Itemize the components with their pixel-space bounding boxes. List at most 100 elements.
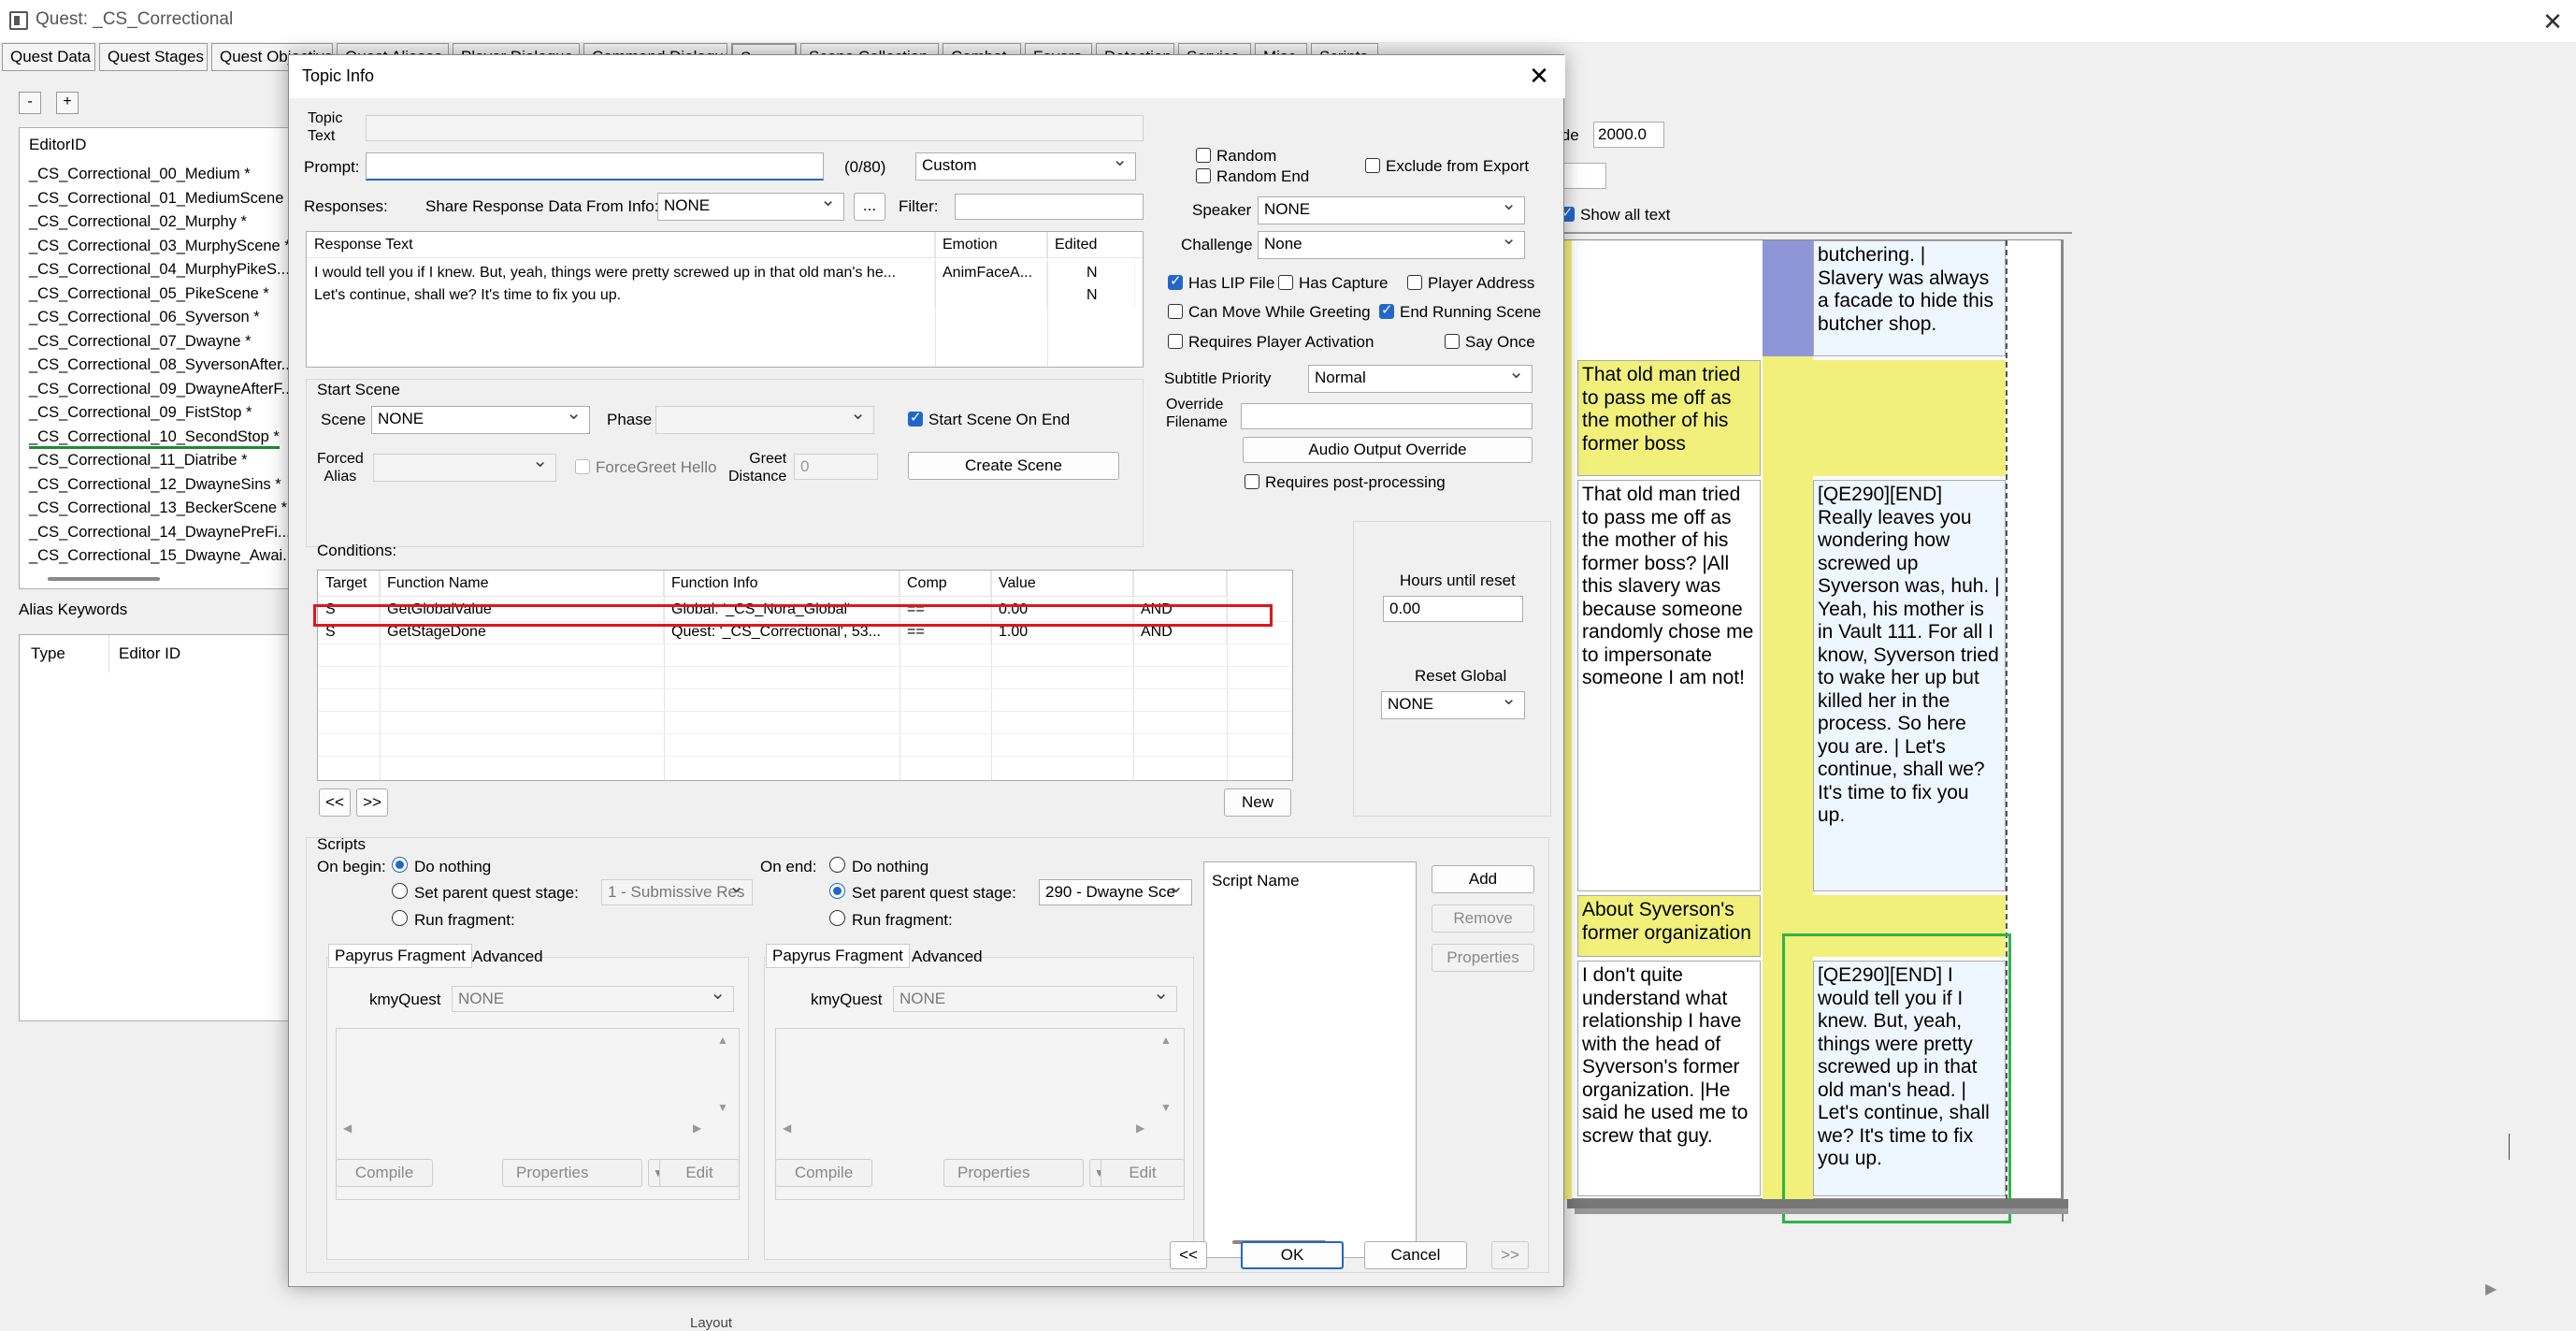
filter-input[interactable] (955, 194, 1144, 220)
prompt-cell[interactable]: That old man tried to pass me off as the… (1577, 480, 1761, 891)
bg-empty-field[interactable] (1560, 163, 1606, 189)
share-ellipsis-button[interactable]: ... (854, 193, 885, 221)
scroll-right-icon[interactable]: ▶ (1136, 1121, 1144, 1135)
prompt-input[interactable] (366, 152, 824, 181)
speaker-dropdown[interactable]: NONE (1258, 196, 1525, 224)
tab-quest-data[interactable]: Quest Data (2, 43, 95, 71)
list-item[interactable]: _CS_Correctional_14_DwaynePreFi... (29, 524, 289, 542)
responses-table[interactable]: Response Text Emotion Edited I would tel… (306, 231, 1144, 368)
table-row-cell[interactable]: I would tell you if I knew. But, yeah, t… (307, 262, 935, 284)
resp-col-emotion[interactable]: Emotion (935, 232, 1047, 258)
create-scene-button[interactable]: Create Scene (908, 452, 1119, 480)
list-item[interactable]: _CS_Correctional_09_FistStop * (29, 404, 252, 422)
dialog-next-button[interactable]: >> (1491, 1241, 1529, 1269)
begin-set-stage-radio[interactable] (392, 883, 408, 899)
list-item[interactable]: _CS_Correctional_02_Murphy * (29, 213, 247, 231)
reset-global-dropdown[interactable]: NONE (1381, 691, 1525, 719)
override-filename-input[interactable] (1241, 403, 1533, 429)
resp-col-edited[interactable]: Edited (1047, 232, 1143, 258)
table-row-cell[interactable]: N (1079, 284, 1135, 307)
hours-until-reset-input[interactable]: 0.00 (1383, 596, 1523, 622)
has-capture-checkbox[interactable] (1278, 275, 1293, 290)
list-item[interactable]: _CS_Correctional_15_Dwayne_Awai... (29, 547, 289, 565)
list-item[interactable]: _CS_Correctional_03_MurphyScene * (29, 238, 289, 255)
scroll-down-icon[interactable]: ▼ (717, 1101, 728, 1114)
script-list[interactable]: Script Name (1203, 861, 1417, 1258)
cond-col-andor[interactable] (1133, 571, 1227, 597)
cond-col-function-name[interactable]: Function Name (380, 571, 664, 597)
start-scene-on-end-checkbox[interactable] (908, 409, 923, 427)
say-once-checkbox[interactable] (1445, 334, 1460, 349)
begin-edit-button[interactable]: Edit (659, 1159, 740, 1187)
script-name-header[interactable]: Script Name (1212, 872, 1300, 890)
list-item[interactable]: _CS_Correctional_09_DwayneAfterF... (29, 381, 289, 398)
remove-item-button[interactable]: - (19, 92, 41, 114)
begin-papyrus-tab[interactable]: Papyrus Fragment (328, 944, 472, 968)
scroll-down-icon[interactable]: ▼ (1160, 1101, 1172, 1114)
scroll-left-icon[interactable]: ◀ (783, 1121, 791, 1135)
scroll-right-icon[interactable]: ▶ (2485, 1280, 2497, 1298)
remove-script-button[interactable]: Remove (1432, 904, 1534, 933)
topic-cell[interactable]: About Syverson's former organization (1577, 895, 1761, 957)
ok-button[interactable]: OK (1241, 1241, 1344, 1269)
cond-new-button[interactable]: New (1224, 788, 1291, 817)
share-response-dropdown[interactable]: NONE (657, 193, 844, 221)
force-greet-checkbox[interactable] (575, 459, 590, 474)
has-lip-checkbox[interactable] (1168, 272, 1183, 290)
table-row-cell[interactable]: AnimFaceA... (935, 262, 1047, 284)
end-do-nothing-radio[interactable] (829, 857, 845, 873)
can-move-checkbox[interactable] (1168, 304, 1183, 319)
scroll-up-icon[interactable]: ▲ (1160, 1034, 1172, 1047)
alias-keywords-list[interactable]: Type Editor ID (19, 634, 290, 1021)
add-item-button[interactable]: + (56, 92, 79, 114)
list-item[interactable]: _CS_Correctional_00_Medium * (29, 166, 251, 183)
end-run-fragment-radio[interactable] (829, 910, 845, 926)
list-scrollbar[interactable] (48, 577, 160, 581)
scroll-up-icon[interactable]: ▲ (717, 1034, 728, 1047)
list-item[interactable]: _CS_Correctional_04_MurphyPikeS... (29, 261, 289, 279)
close-icon[interactable]: ✕ (1523, 59, 1555, 93)
cond-col-function-info[interactable]: Function Info (664, 571, 899, 597)
end-compile-button[interactable]: Compile (775, 1159, 872, 1187)
end-papyrus-tab[interactable]: Papyrus Fragment (766, 944, 910, 968)
close-icon[interactable]: ✕ (2539, 4, 2567, 39)
topic-cell[interactable]: That old man tried to pass me off as the… (1577, 360, 1761, 476)
list-item[interactable]: _CS_Correctional_05_PikeScene * (29, 285, 269, 303)
end-stage-dropdown[interactable]: 290 - Dwayne Sce (1039, 879, 1192, 905)
random-checkbox[interactable] (1196, 148, 1211, 163)
begin-run-fragment-radio[interactable] (392, 910, 408, 926)
cond-col-target[interactable]: Target (318, 571, 380, 597)
audio-output-override-button[interactable]: Audio Output Override (1243, 437, 1533, 463)
begin-advanced-tab[interactable]: Advanced (467, 946, 549, 968)
editor-id-list[interactable]: EditorID _CS_Correctional_00_Medium * _C… (19, 127, 290, 589)
table-row-cell[interactable]: N (1079, 262, 1135, 284)
alias-col-editor-id[interactable]: Editor ID (119, 644, 180, 663)
scroll-right-icon[interactable]: ▶ (693, 1121, 701, 1135)
response-cell[interactable]: butchering. | Slavery was always a facad… (1813, 240, 2006, 356)
random-end-checkbox[interactable] (1196, 168, 1211, 183)
begin-compile-button[interactable]: Compile (336, 1159, 433, 1187)
table-row-cell[interactable]: Let's continue, shall we? It's time to f… (307, 284, 935, 307)
cond-col-comp[interactable]: Comp (899, 571, 991, 597)
list-item[interactable]: _CS_Correctional_07_Dwayne * (29, 333, 252, 351)
scroll-left-icon[interactable]: ◀ (343, 1121, 352, 1135)
exclude-export-checkbox[interactable] (1365, 158, 1380, 173)
dialog-prev-button[interactable]: << (1170, 1241, 1207, 1269)
prompt-type-dropdown[interactable]: Custom (915, 152, 1136, 181)
cond-prev-button[interactable]: << (319, 788, 351, 817)
cond-next-button[interactable]: >> (356, 788, 388, 817)
player-address-checkbox[interactable] (1407, 275, 1422, 290)
list-item[interactable]: _CS_Correctional_01_MediumScene * (29, 190, 289, 208)
end-running-checkbox[interactable] (1379, 301, 1394, 319)
conditions-table[interactable]: Target Function Name Function Info Comp … (317, 570, 1293, 781)
list-item[interactable]: _CS_Correctional_12_DwayneSins * (29, 476, 281, 494)
table-row-cell[interactable] (935, 284, 1047, 307)
end-set-stage-radio[interactable] (829, 883, 845, 899)
list-item[interactable]: _CS_Correctional_06_Syverson * (29, 309, 260, 326)
add-script-button[interactable]: Add (1432, 865, 1534, 893)
cancel-button[interactable]: Cancel (1364, 1241, 1467, 1269)
script-properties-button[interactable]: Properties (1432, 944, 1534, 972)
begin-do-nothing-radio[interactable] (392, 857, 408, 873)
end-edit-button[interactable]: Edit (1101, 1159, 1185, 1187)
tab-quest-stages[interactable]: Quest Stages (99, 43, 208, 71)
